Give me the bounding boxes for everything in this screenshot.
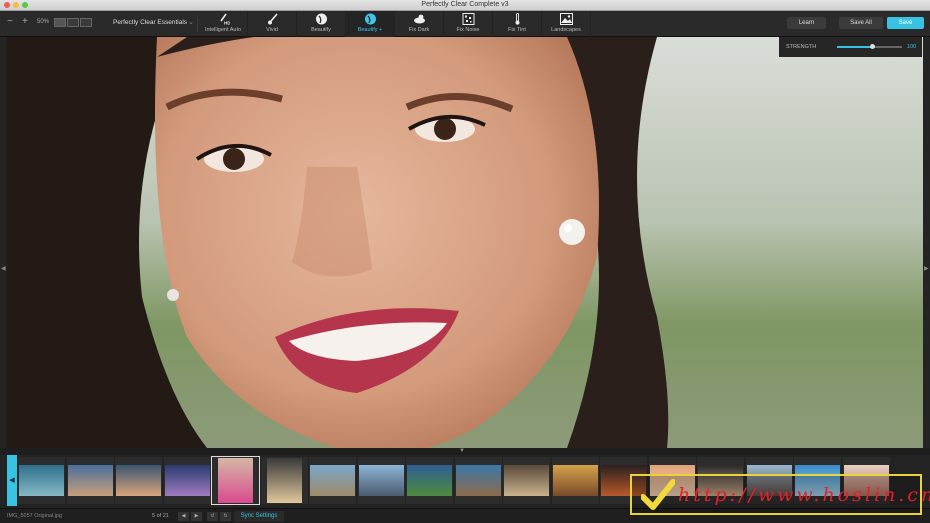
filmstrip-thumbnail[interactable] [309,457,356,504]
tool-beautify[interactable]: Beautify [297,11,346,37]
strength-panel: STRENGTH 100 [779,37,922,57]
tool-label: Beautify [311,27,331,33]
window-title: Perfectly Clear Complete v3 [421,1,509,8]
thumbnail-image [310,465,355,496]
watermark: http://www.hoslin.cn/ [630,474,930,515]
thumbnail-image [67,465,113,496]
toolbar: − + 50% Perfectly Clear Essentials ⌄ HD … [0,11,930,37]
tool-landscapes[interactable]: Landscapes [542,11,591,37]
fix-dark-icon [414,14,425,24]
preset-select[interactable]: Perfectly Clear Essentials ⌄ [100,15,198,32]
thumbnail-image [19,465,64,496]
thumbnail-image [266,458,302,503]
title-bar: Perfectly Clear Complete v3 [0,0,930,11]
tool-label: Intelligent Auto [204,27,242,33]
svg-text:HD: HD [224,21,230,26]
filmstrip-thumbnail[interactable] [163,457,211,504]
learn-button[interactable]: Learn [787,17,826,29]
thumbnail-image [552,465,598,496]
photo-canvas[interactable] [7,37,923,448]
app-window: Perfectly Clear Complete v3 − + 50% Perf… [0,0,930,523]
brush-hd-icon: HD [220,13,230,26]
zoom-level: 50% [37,19,50,25]
thumbnail-image [504,465,549,496]
tool-label: Fix Tint [508,27,526,33]
image-counter: 5 of 21 [152,513,169,519]
save-all-button[interactable]: Save All [839,17,883,29]
thumbnail-image [358,465,404,496]
save-button[interactable]: Save [887,17,924,29]
preset-label: Perfectly Clear Essentials [113,19,188,26]
tool-intelligent-auto[interactable]: HD Intelligent Auto [199,11,248,37]
filmstrip-toggle-icon[interactable]: ▼ [459,448,465,454]
tool-label: Fix Dark [408,27,430,33]
side-by-side-view-button[interactable] [80,18,92,27]
split-view-button[interactable] [67,18,79,27]
filmstrip-thumbnail[interactable] [454,457,502,504]
tool-fix-noise[interactable]: Fix Noise [444,11,493,37]
filmstrip-thumbnail[interactable] [211,456,260,505]
strength-label: STRENGTH [786,44,817,50]
previous-image-button[interactable]: ◀ [178,512,189,521]
portrait-photo [7,37,923,448]
filmstrip-thumbnail[interactable] [66,457,114,504]
tool-beautify-plus[interactable]: Beautify + [346,11,395,37]
strength-value: 100 [907,44,917,50]
sync-settings-button[interactable]: Sync Settings [234,511,284,522]
arrow-right-icon: ▶ [924,266,929,272]
tool-fix-dark[interactable]: Fix Dark [395,11,444,37]
thermometer-icon [515,13,520,25]
chevron-down-icon: ⌄ [188,19,194,26]
rotate-right-icon[interactable]: ↻ [220,512,231,521]
thumbnail-image [164,465,210,496]
thumbnail-image [116,465,161,496]
tool-fix-tint[interactable]: Fix Tint [493,11,542,37]
filmstrip-thumbnail[interactable] [406,457,453,504]
zoom-out-button[interactable]: − [7,16,13,27]
filmstrip-thumbnail[interactable] [551,457,599,504]
noise-icon [462,13,475,25]
strength-slider-handle[interactable] [870,44,876,49]
thumbnail-image [455,465,501,496]
zoom-in-button[interactable]: + [22,16,28,27]
right-panel-toggle[interactable]: ▶ [923,37,930,448]
single-view-button[interactable] [54,18,66,27]
tool-label: Fix Noise [456,27,480,33]
face-icon [316,13,327,25]
rotate-left-icon[interactable]: ↺ [207,512,218,521]
filmstrip-thumbnail[interactable] [357,457,405,504]
filmstrip-thumbnail[interactable] [18,457,65,504]
landscape-icon [560,13,573,25]
thumbnail-image [218,458,253,503]
tool-label: Landscapes [551,27,581,33]
tool-label: Beautify + [357,27,383,33]
left-panel-toggle[interactable]: ◀ [0,37,7,448]
filmstrip-thumbnail[interactable] [503,457,550,504]
watermark-text: http://www.hoslin.cn/ [678,484,930,506]
tool-label: Vivid [266,27,278,33]
filmstrip-thumbnail[interactable] [115,457,162,504]
filmstrip-scroll-left-button[interactable]: ◀ [7,455,17,506]
thumbnail-image [407,465,452,496]
brush-icon [268,13,278,25]
checkmark-icon [641,479,675,510]
strength-slider-fill [837,46,873,48]
file-name: IMG_5057 Original.jpg [7,513,63,519]
face-plus-icon [365,13,376,25]
filmstrip-thumbnail[interactable] [260,457,308,504]
next-image-button[interactable]: ▶ [191,512,202,521]
strength-slider[interactable] [837,44,902,49]
arrow-left-icon: ◀ [1,266,6,272]
tool-vivid[interactable]: Vivid [248,11,297,37]
